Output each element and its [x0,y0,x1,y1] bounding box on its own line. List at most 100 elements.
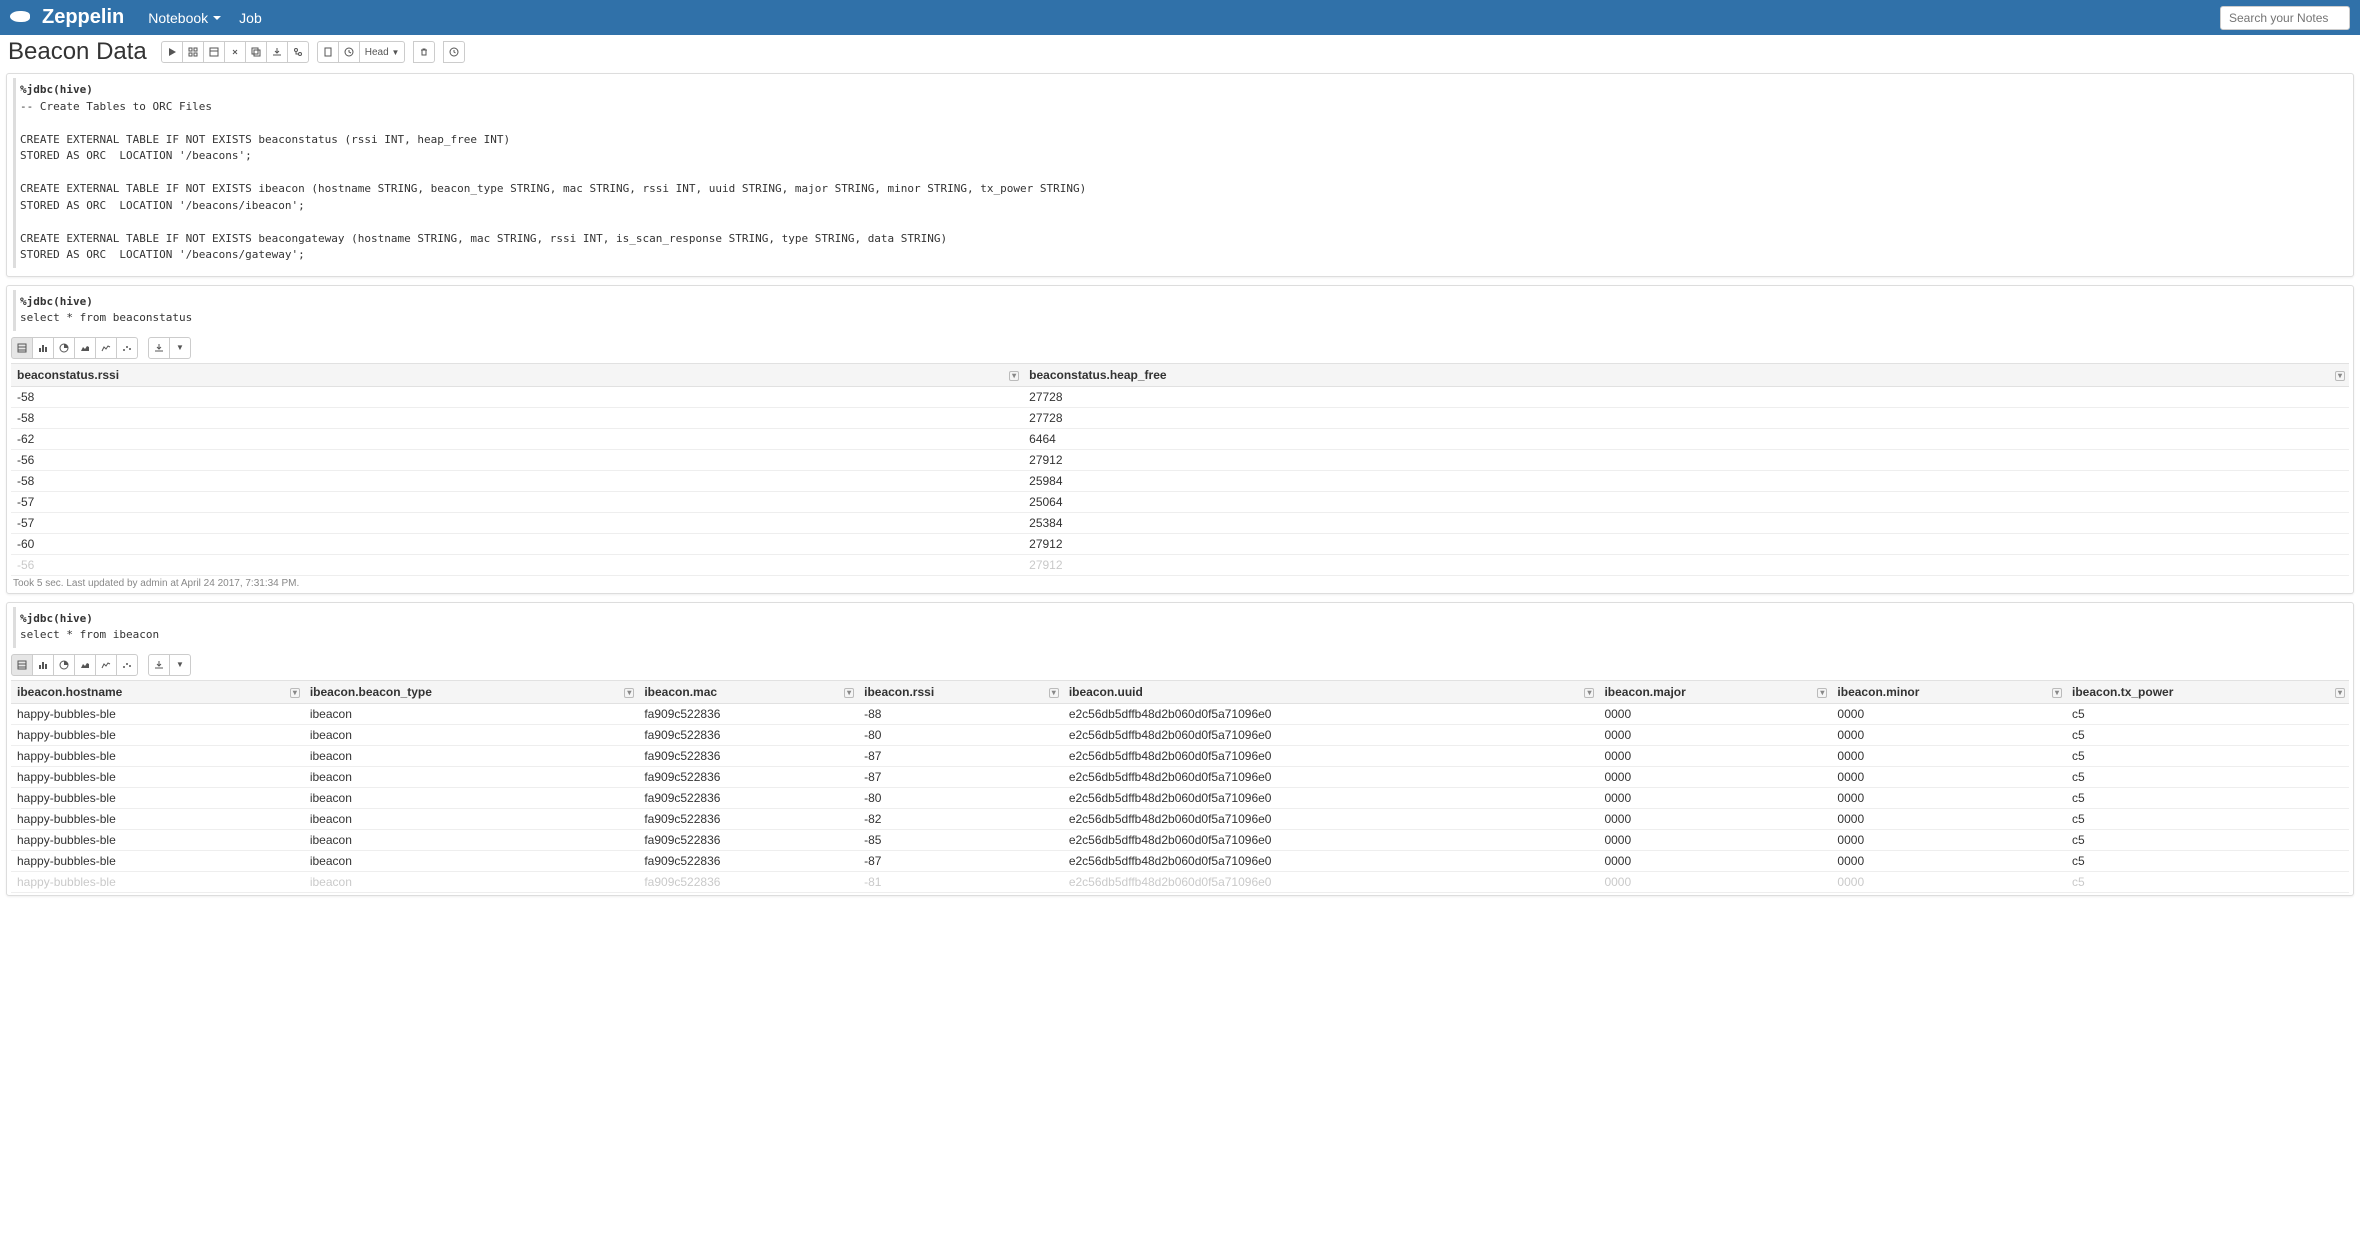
sort-icon[interactable]: ▾ [1584,688,1594,698]
bar-chart-button[interactable] [32,337,54,359]
column-header[interactable]: ibeacon.uuid▾ [1063,680,1599,703]
line-chart-button[interactable] [95,654,117,676]
download-dropdown[interactable]: ▼ [169,337,191,359]
export-note-button[interactable] [266,41,288,63]
nav-job[interactable]: Job [239,10,262,26]
scheduler-button[interactable] [443,41,465,63]
table-cell: 0000 [1598,850,1831,871]
table-cell: 0000 [1598,808,1831,829]
sort-icon[interactable]: ▾ [2052,688,2062,698]
pie-chart-button[interactable] [53,337,75,359]
column-header[interactable]: beaconstatus.heap_free▾ [1023,363,2349,386]
table-cell: -58 [11,386,1023,407]
column-header[interactable]: ibeacon.hostname▾ [11,680,304,703]
sort-icon[interactable]: ▾ [1817,688,1827,698]
column-header[interactable]: beaconstatus.rssi▾ [11,363,1023,386]
brand-text: Zeppelin [42,6,124,29]
column-header[interactable]: ibeacon.tx_power▾ [2066,680,2349,703]
version-control-button[interactable] [287,41,309,63]
scatter-chart-button[interactable] [116,337,138,359]
table-row: happy-bubbles-bleibeaconfa909c522836-81e… [11,871,2349,892]
brand[interactable]: Zeppelin [10,6,124,29]
table-cell: 0000 [1831,871,2066,892]
show-hide-code-button[interactable] [182,41,204,63]
column-header[interactable]: ibeacon.major▾ [1598,680,1831,703]
table-cell: 25384 [1023,512,2349,533]
column-header[interactable]: ibeacon.rssi▾ [858,680,1063,703]
result-table-ibeacon: ibeacon.hostname▾ibeacon.beacon_type▾ibe… [11,680,2349,893]
table-cell: 27728 [1023,386,2349,407]
trash-button[interactable] [413,41,435,63]
search-input[interactable] [2220,6,2350,30]
sort-icon[interactable]: ▾ [1009,371,1019,381]
sort-icon[interactable]: ▾ [2335,688,2345,698]
table-row: -6027912 [11,533,2349,554]
table-cell: -87 [858,745,1063,766]
table-cell: e2c56db5dffb48d2b060d0f5a71096e0 [1063,745,1599,766]
sort-icon[interactable]: ▾ [624,688,634,698]
sort-icon[interactable]: ▾ [290,688,300,698]
nav-notebook-label: Notebook [148,10,208,26]
column-header[interactable]: ibeacon.mac▾ [638,680,858,703]
result-table-beaconstatus: beaconstatus.rssi▾beaconstatus.heap_free… [11,363,2349,576]
table-row: -5627912 [11,449,2349,470]
download-csv-button[interactable] [148,337,170,359]
revision-button[interactable] [338,41,360,63]
sort-icon[interactable]: ▾ [1049,688,1059,698]
table-cell: happy-bubbles-ble [11,808,304,829]
code-editor[interactable]: %jdbc(hive) -- Create Tables to ORC File… [13,78,2349,268]
download-csv-button[interactable] [148,654,170,676]
table-cell: 27728 [1023,407,2349,428]
table-cell: 0000 [1831,808,2066,829]
table-cell: fa909c522836 [638,787,858,808]
table-cell: happy-bubbles-ble [11,745,304,766]
column-header[interactable]: ibeacon.beacon_type▾ [304,680,639,703]
code-editor[interactable]: %jdbc(hive) select * from beaconstatus [13,290,2349,331]
head-dropdown[interactable]: Head ▼ [359,41,406,63]
table-cell: 0000 [1598,745,1831,766]
table-cell: e2c56db5dffb48d2b060d0f5a71096e0 [1063,829,1599,850]
table-cell: e2c56db5dffb48d2b060d0f5a71096e0 [1063,787,1599,808]
table-cell: e2c56db5dffb48d2b060d0f5a71096e0 [1063,808,1599,829]
bar-chart-button[interactable] [32,654,54,676]
table-cell: -87 [858,766,1063,787]
table-row: -5825984 [11,470,2349,491]
show-hide-output-button[interactable] [203,41,225,63]
table-cell: happy-bubbles-ble [11,871,304,892]
navbar: Zeppelin Notebook Job [0,0,2360,35]
table-cell: ibeacon [304,787,639,808]
table-cell: 0000 [1598,724,1831,745]
table-cell: c5 [2066,829,2349,850]
run-all-button[interactable] [161,41,183,63]
sort-icon[interactable]: ▾ [2335,371,2345,381]
table-cell: 27912 [1023,554,2349,575]
table-view-button[interactable] [11,654,33,676]
pie-chart-button[interactable] [53,654,75,676]
table-cell: 25064 [1023,491,2349,512]
line-chart-button[interactable] [95,337,117,359]
table-cell: 0000 [1598,787,1831,808]
table-cell: 0000 [1831,703,2066,724]
clone-note-button[interactable] [245,41,267,63]
table-cell: -80 [858,724,1063,745]
zeppelin-logo-icon [10,11,36,25]
clear-output-button[interactable] [224,41,246,63]
commit-button[interactable] [317,41,339,63]
table-row: -5827728 [11,386,2349,407]
code-editor[interactable]: %jdbc(hive) select * from ibeacon [13,607,2349,648]
table-cell: -56 [11,554,1023,575]
table-cell: ibeacon [304,808,639,829]
area-chart-button[interactable] [74,337,96,359]
download-dropdown[interactable]: ▼ [169,654,191,676]
nav-notebook[interactable]: Notebook [148,10,221,26]
scatter-chart-button[interactable] [116,654,138,676]
area-chart-button[interactable] [74,654,96,676]
column-header[interactable]: ibeacon.minor▾ [1831,680,2066,703]
table-view-button[interactable] [11,337,33,359]
table-row: happy-bubbles-bleibeaconfa909c522836-88e… [11,703,2349,724]
sort-icon[interactable]: ▾ [844,688,854,698]
paragraph-beaconstatus: %jdbc(hive) select * from beaconstatus ▼… [6,285,2354,594]
table-cell: c5 [2066,724,2349,745]
table-cell: happy-bubbles-ble [11,766,304,787]
table-cell: -85 [858,829,1063,850]
